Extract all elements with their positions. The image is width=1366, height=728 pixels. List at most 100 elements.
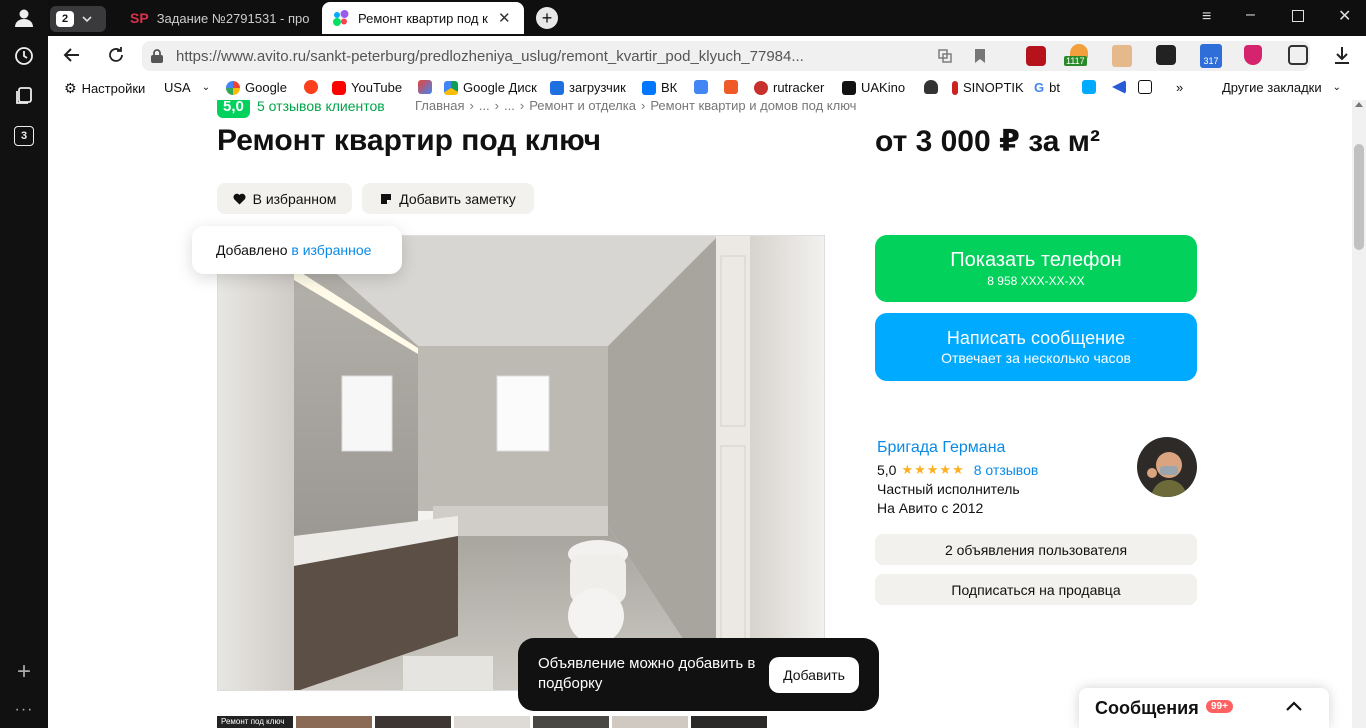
seller-name[interactable]: Бригада Германа xyxy=(877,439,1005,457)
downloader-icon xyxy=(550,80,564,95)
bookmark-google-drive[interactable]: Google Диск xyxy=(444,80,537,95)
thumbnail-3[interactable] xyxy=(375,716,451,728)
bookmarks-more[interactable]: » xyxy=(1176,80,1183,95)
tab-group-button[interactable]: 2 xyxy=(50,6,106,32)
bookmark-yandex[interactable] xyxy=(304,80,318,94)
bookmark-youtube[interactable]: YouTube xyxy=(332,80,402,95)
extension-calendar-icon[interactable]: 317 xyxy=(1200,44,1222,68)
close-tab-icon[interactable]: ✕ xyxy=(498,9,511,27)
p-icon xyxy=(1082,80,1096,94)
minimize-icon[interactable]: – xyxy=(1246,6,1266,24)
bookmark-bt[interactable]: Gbt xyxy=(1034,80,1060,95)
gear-icon: ⚙ xyxy=(64,80,77,96)
bookmark-bc[interactable] xyxy=(1138,80,1152,94)
bookmark-sinoptik[interactable]: SINOPTIK xyxy=(952,80,1024,95)
scroll-up-icon[interactable] xyxy=(1355,102,1363,107)
back-icon[interactable] xyxy=(62,45,82,70)
extension-counter-icon[interactable]: 1117 xyxy=(1064,44,1094,68)
bookmark-settings[interactable]: ⚙ Настройки xyxy=(64,80,145,97)
breadcrumb-item[interactable]: Главная xyxy=(415,100,464,113)
extension-arrow-icon[interactable] xyxy=(1156,45,1176,65)
profile-icon[interactable] xyxy=(12,6,36,30)
tab-avito[interactable]: Ремонт квартир под кл ✕ xyxy=(322,2,524,34)
close-window-icon[interactable]: ✕ xyxy=(1338,6,1358,26)
yandex-icon xyxy=(304,80,318,94)
favorite-toast: Добавлено в избранное xyxy=(192,226,402,274)
address-bar[interactable]: https://www.avito.ru/sankt-peterburg/pre… xyxy=(142,41,1310,71)
toast-favorites-link[interactable]: в избранное xyxy=(291,242,371,258)
thumbnail-4[interactable] xyxy=(454,716,530,728)
url-text: https://www.avito.ru/sankt-peterburg/pre… xyxy=(176,48,804,65)
page-scrollbar[interactable] xyxy=(1352,100,1366,728)
bookmarks-other[interactable]: Другие закладки ⌄ xyxy=(1222,80,1341,95)
bookmark-google[interactable]: Google xyxy=(226,80,287,95)
messages-badge: 99+ xyxy=(1206,700,1233,713)
bookmark-uakino[interactable]: UAKino xyxy=(842,80,905,95)
reload-icon[interactable] xyxy=(106,45,126,70)
downloads-icon[interactable] xyxy=(1332,45,1352,70)
messages-panel[interactable]: Сообщения 99+ xyxy=(1079,688,1329,728)
avatar[interactable] xyxy=(1137,437,1197,497)
bookmark-arrow[interactable] xyxy=(1112,80,1126,94)
browser-side-rail: 3 + ··· xyxy=(0,0,48,728)
chevron-up-icon[interactable] xyxy=(1285,700,1303,712)
extension-badge: 1117 xyxy=(1064,56,1087,66)
bookmark-gmail[interactable] xyxy=(418,80,432,94)
breadcrumb-item[interactable]: Ремонт и отделка xyxy=(529,100,636,113)
thumbnail-6[interactable] xyxy=(612,716,688,728)
thumbnail-1[interactable]: Ремонт под ключ xyxy=(217,716,293,728)
uakino-icon xyxy=(842,80,856,95)
thermometer-icon xyxy=(952,80,958,95)
scrollbar-thumb[interactable] xyxy=(1354,144,1364,250)
history-icon[interactable] xyxy=(12,44,36,68)
tabs-counter-icon[interactable]: 3 xyxy=(12,124,36,148)
avito-favicon xyxy=(333,10,349,26)
bookmark-vk[interactable]: ВК xyxy=(642,80,677,95)
bookmark-p[interactable] xyxy=(1082,80,1096,94)
more-icon[interactable]: ··· xyxy=(12,698,36,722)
add-panel-icon[interactable]: + xyxy=(12,658,36,685)
reviews-link[interactable]: 5 отзывов клиентов xyxy=(257,100,385,114)
breadcrumb-item[interactable]: ... xyxy=(504,100,515,113)
tab-task[interactable]: SP Задание №2791531 - про xyxy=(130,4,322,32)
heart-icon xyxy=(233,193,246,204)
add-note-button[interactable]: Добавить заметку xyxy=(362,183,534,214)
bookmark-usa[interactable]: USA ⌄ xyxy=(164,80,210,95)
new-tab-button[interactable]: + xyxy=(536,7,558,29)
price: от 3 000 ₽ за м² xyxy=(875,125,1100,158)
bookmark-label: bt xyxy=(1049,80,1060,95)
thumbnail-5[interactable] xyxy=(533,716,609,728)
bookmark-icon[interactable] xyxy=(974,48,986,64)
favorite-button[interactable]: В избранном xyxy=(217,183,352,214)
bookmark-rutracker[interactable]: rutracker xyxy=(754,80,824,95)
tab-strip: 2 SP Задание №2791531 - про Ремонт кварт… xyxy=(48,0,1366,36)
bookmark-f[interactable] xyxy=(724,80,738,94)
bookmark-label: UAKino xyxy=(861,80,906,95)
thumbnail-7[interactable] xyxy=(691,716,767,728)
extension-ublock-icon[interactable] xyxy=(1026,46,1046,66)
extension-puzzle-icon[interactable] xyxy=(1288,45,1308,65)
extension-shield-icon[interactable] xyxy=(1244,45,1262,65)
show-phone-button[interactable]: Показать телефон 8 958 XXX-XX-XX xyxy=(875,235,1197,302)
bookmark-translate[interactable] xyxy=(694,80,708,94)
tabs-count: 3 xyxy=(14,126,34,146)
main-photo[interactable] xyxy=(217,235,825,691)
menu-icon[interactable]: ≡ xyxy=(1202,8,1222,26)
bookmarks-bar: ⚙ Настройки USA ⌄ Google YouTube Google Ди… xyxy=(48,76,1366,100)
subscribe-seller-button[interactable]: Подписаться на продавца xyxy=(875,574,1197,605)
add-to-collection-button[interactable]: Добавить xyxy=(769,657,859,693)
translate-icon[interactable] xyxy=(938,49,952,63)
breadcrumb-item[interactable]: Ремонт квартир и домов под ключ xyxy=(650,100,856,113)
breadcrumb-item[interactable]: ... xyxy=(479,100,490,113)
bc-icon xyxy=(1138,80,1152,94)
bookmark-downloader[interactable]: загрузчик xyxy=(550,80,626,95)
thumbnail-2[interactable] xyxy=(296,716,372,728)
bookmark-user[interactable] xyxy=(924,80,938,94)
write-message-button[interactable]: Написать сообщение Отвечает за несколько… xyxy=(875,313,1197,381)
seller-reviews-link[interactable]: 8 отзывов xyxy=(974,462,1039,478)
seller-ads-button[interactable]: 2 объявления пользователя xyxy=(875,534,1197,565)
extension-box-icon[interactable] xyxy=(1112,45,1132,67)
seller-type: Частный исполнитель xyxy=(877,481,1020,497)
restore-icon[interactable] xyxy=(1292,10,1304,22)
collections-icon[interactable] xyxy=(12,84,36,108)
